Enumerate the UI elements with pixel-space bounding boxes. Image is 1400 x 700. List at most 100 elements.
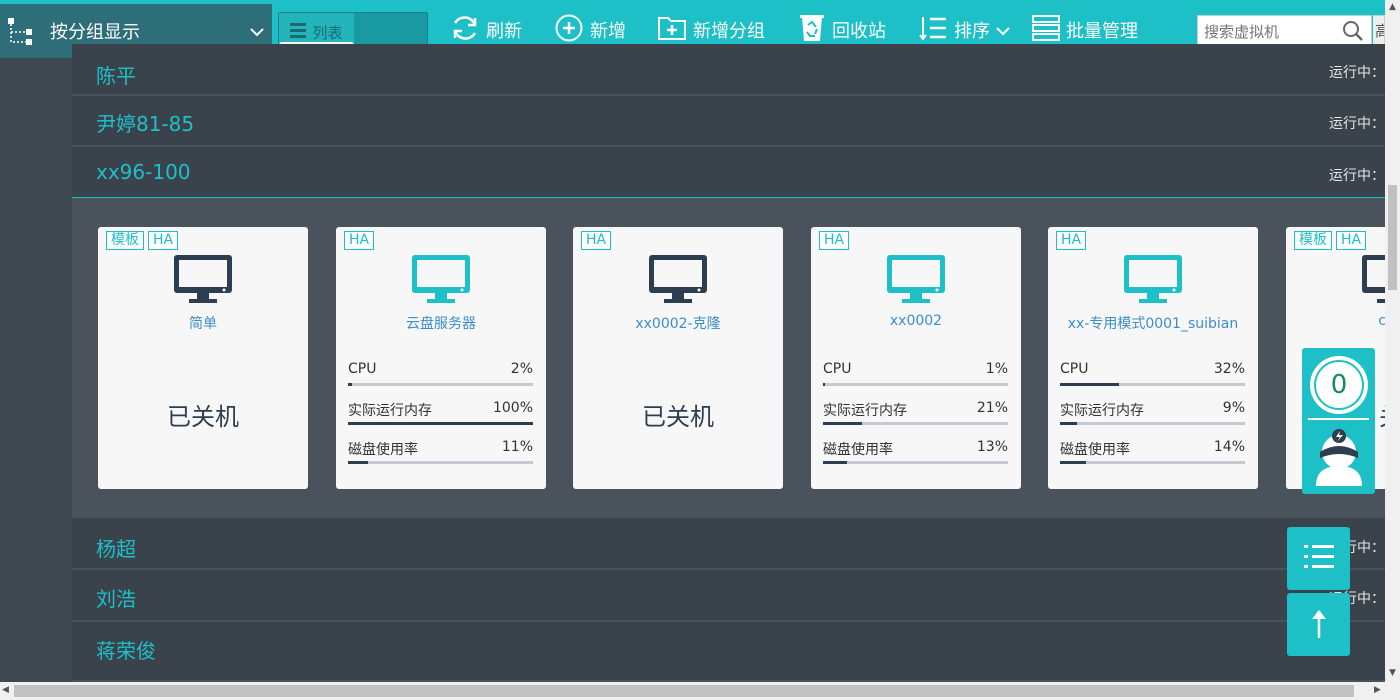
- metric-label: 磁盘使用率: [1060, 442, 1130, 458]
- metric-bar: [1060, 461, 1245, 464]
- sort-icon: [918, 15, 948, 46]
- metric-bar: [1060, 383, 1245, 386]
- metric-value: 14%: [1213, 439, 1245, 455]
- vm-state: 已关机: [642, 403, 714, 431]
- monitor-icon: [1362, 255, 1385, 303]
- group-row[interactable]: 陈平 运行中：: [72, 44, 1385, 96]
- list-menu-button[interactable]: [1287, 527, 1350, 590]
- group-status: 运行中：: [1329, 168, 1385, 184]
- robot-assistant-icon[interactable]: [1310, 426, 1368, 488]
- search-icon[interactable]: [1342, 20, 1366, 44]
- vm-name[interactable]: xx0002-克隆: [573, 313, 783, 333]
- horizontal-scrollbar[interactable]: ◀ ▶: [0, 682, 1400, 700]
- vm-name[interactable]: xx0002: [811, 313, 1021, 329]
- vm-name[interactable]: cp0: [1286, 313, 1385, 329]
- memory-metric: 实际运行内存 9%: [1060, 400, 1245, 425]
- chevron-down-icon: [996, 20, 1010, 41]
- group-row-expanded[interactable]: xx96-100 运行中：: [72, 149, 1385, 199]
- task-counter-value: 0: [1314, 360, 1364, 410]
- group-name: 杨超: [96, 537, 136, 561]
- metric-label: 实际运行内存: [823, 403, 907, 419]
- ha-tag: HA: [1336, 231, 1367, 250]
- folder-plus-icon: [657, 13, 687, 48]
- tree-icon: [8, 16, 34, 46]
- vertical-scrollbar[interactable]: ▲ ▼: [1385, 0, 1400, 682]
- ha-tag: HA: [344, 231, 375, 250]
- metric-label: 磁盘使用率: [348, 442, 418, 458]
- vm-card[interactable]: HA 云盘服务器 CPU 2% 实际运行内存 100% 磁盘使用率 11%: [336, 227, 546, 489]
- list-icon: [290, 22, 307, 42]
- metric-bar: [823, 422, 1008, 425]
- group-status: 运行中：: [1329, 65, 1385, 81]
- metric-value: 100%: [492, 400, 533, 416]
- ha-tag: HA: [819, 231, 850, 250]
- group-row[interactable]: 杨超 运行中：: [72, 519, 1385, 570]
- metric-bar: [348, 422, 533, 425]
- vm-name[interactable]: 简单: [98, 313, 308, 333]
- batch-icon: [1032, 14, 1060, 46]
- ha-tag: HA: [148, 231, 179, 250]
- metric-value: 13%: [976, 439, 1008, 455]
- group-mode-label: 按分组显示: [50, 22, 140, 43]
- group-row[interactable]: 刘浩 运行中：: [72, 572, 1385, 622]
- recycle-bin-icon: [798, 13, 826, 48]
- list-icon: [1303, 544, 1334, 574]
- metric-label: CPU: [348, 361, 377, 377]
- task-counter[interactable]: 0: [1310, 356, 1368, 414]
- refresh-icon: [450, 13, 480, 48]
- vertical-scroll-thumb[interactable]: [1388, 185, 1397, 290]
- cpu-metric: CPU 32%: [1060, 361, 1245, 386]
- metric-label: 实际运行内存: [348, 403, 432, 419]
- vm-card[interactable]: HA xx0002-克隆 已关机: [573, 227, 783, 489]
- metric-bar: [348, 461, 533, 464]
- monitor-icon: [412, 255, 470, 303]
- metric-label: 实际运行内存: [1060, 403, 1144, 419]
- panel-divider: [1308, 418, 1369, 420]
- monitor-icon: [649, 255, 707, 303]
- monitor-icon: [1124, 255, 1182, 303]
- metric-label: CPU: [1060, 361, 1089, 377]
- scroll-left-arrow-icon[interactable]: ◀: [2, 685, 9, 695]
- metric-value: 21%: [976, 400, 1008, 416]
- chevron-down-icon: [250, 22, 264, 41]
- scroll-right-arrow-icon[interactable]: ▶: [1374, 685, 1381, 695]
- metric-value: 1%: [985, 361, 1008, 377]
- vm-card[interactable]: 模板 HA 简单 已关机: [98, 227, 308, 489]
- metric-value: 9%: [1222, 400, 1245, 416]
- group-row[interactable]: 蒋荣俊: [72, 624, 1385, 682]
- floating-assistant-panel[interactable]: 0: [1302, 348, 1375, 494]
- metric-value: 2%: [510, 361, 533, 377]
- metric-value: 11%: [501, 439, 533, 455]
- ha-tag: HA: [581, 231, 612, 250]
- metric-bar: [1060, 422, 1245, 425]
- ha-tag: HA: [1056, 231, 1087, 250]
- back-to-top-button[interactable]: [1287, 593, 1350, 656]
- disk-metric: 磁盘使用率 11%: [348, 439, 533, 464]
- group-name: 尹婷81-85: [96, 112, 195, 136]
- vm-name[interactable]: 云盘服务器: [336, 313, 546, 333]
- vm-state: 已关机: [167, 403, 239, 431]
- arrow-up-icon: [1309, 607, 1329, 643]
- scroll-up-arrow-icon[interactable]: ▲: [1389, 2, 1396, 12]
- metric-bar: [823, 461, 1008, 464]
- search-input[interactable]: [1198, 16, 1338, 47]
- horizontal-scroll-thumb[interactable]: [14, 685, 1354, 697]
- vm-name[interactable]: xx-专用模式0001_suibian: [1048, 313, 1258, 333]
- group-name: 刘浩: [96, 587, 136, 611]
- sort-label: 排序: [954, 21, 990, 42]
- add-label: 新增: [590, 21, 626, 42]
- template-tag: 模板: [106, 231, 144, 250]
- scroll-down-arrow-icon[interactable]: ▼: [1389, 668, 1396, 678]
- metric-value: 32%: [1213, 361, 1245, 377]
- disk-metric: 磁盘使用率 13%: [823, 439, 1008, 464]
- group-name: 陈平: [96, 64, 136, 88]
- vm-card[interactable]: HA xx-专用模式0001_suibian CPU 32% 实际运行内存 9%…: [1048, 227, 1258, 489]
- monitor-icon: [174, 255, 232, 303]
- group-row[interactable]: 尹婷81-85 运行中：: [72, 97, 1385, 147]
- vm-card[interactable]: HA xx0002 CPU 1% 实际运行内存 21% 磁盘使用率 13%: [811, 227, 1021, 489]
- disk-metric: 磁盘使用率 14%: [1060, 439, 1245, 464]
- group-status: 运行中：: [1329, 116, 1385, 132]
- refresh-label: 刷新: [486, 21, 522, 42]
- metric-bar: [823, 383, 1008, 386]
- left-sidebar: [0, 58, 72, 682]
